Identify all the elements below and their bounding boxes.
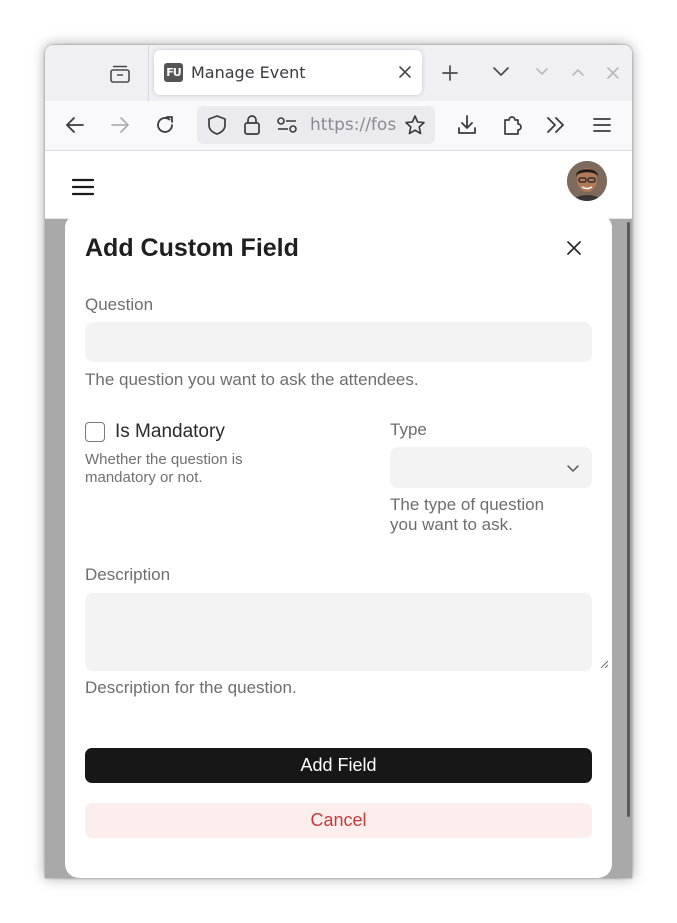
resize-handle-icon[interactable] bbox=[599, 659, 609, 669]
minimize-icon[interactable] bbox=[535, 66, 549, 78]
new-tab-icon[interactable] bbox=[441, 64, 459, 82]
cancel-button[interactable]: Cancel bbox=[85, 803, 592, 838]
type-help-line-2: you want to ask. bbox=[390, 515, 513, 534]
list-all-tabs-icon[interactable] bbox=[492, 65, 510, 79]
close-icon[interactable] bbox=[566, 240, 582, 256]
forward-icon[interactable] bbox=[109, 115, 131, 135]
extensions-icon[interactable] bbox=[501, 113, 523, 137]
lock-icon[interactable] bbox=[242, 114, 262, 136]
back-icon[interactable] bbox=[64, 115, 86, 135]
close-window-icon[interactable] bbox=[606, 66, 620, 80]
chevron-down-icon bbox=[567, 465, 579, 472]
description-label: Description bbox=[85, 565, 171, 584]
url-bar[interactable]: https://fossunited.org bbox=[197, 106, 435, 144]
tab-manage-event[interactable]: FU Manage Event bbox=[154, 50, 422, 95]
description-help-text: Description for the question. bbox=[85, 678, 297, 697]
web-page: Add Custom Field Question The question y… bbox=[45, 152, 632, 878]
type-label: Type bbox=[390, 420, 427, 439]
close-tab-icon[interactable] bbox=[396, 63, 414, 81]
tab-strip-separator bbox=[148, 45, 149, 101]
hamburger-icon[interactable] bbox=[72, 178, 94, 196]
question-input[interactable] bbox=[85, 322, 592, 362]
add-field-button[interactable]: Add Field bbox=[85, 748, 592, 783]
avatar-portrait-icon bbox=[567, 161, 607, 201]
mandatory-help-line-1: Whether the question is bbox=[85, 451, 243, 468]
app-menu-icon[interactable] bbox=[592, 116, 612, 134]
downloads-icon[interactable] bbox=[456, 114, 478, 136]
reload-icon[interactable] bbox=[154, 114, 176, 136]
type-select[interactable] bbox=[390, 447, 592, 488]
site-favicon-icon: FU bbox=[164, 63, 183, 82]
navigation-bar: https://fossunited.org bbox=[45, 101, 632, 151]
tab-strip: FU Manage Event bbox=[45, 45, 632, 101]
bookmark-star-icon[interactable] bbox=[404, 114, 426, 136]
dialog-title: Add Custom Field bbox=[85, 234, 299, 262]
is-mandatory-label[interactable]: Is Mandatory bbox=[115, 421, 225, 443]
question-label: Question bbox=[85, 295, 154, 314]
question-help-text: The question you want to ask the attende… bbox=[85, 370, 419, 389]
tab-title: Manage Event bbox=[191, 63, 306, 82]
add-custom-field-dialog: Add Custom Field Question The question y… bbox=[65, 214, 612, 878]
user-avatar[interactable] bbox=[567, 161, 607, 201]
url-text[interactable]: https://fossunited.org bbox=[310, 115, 396, 135]
shield-icon[interactable] bbox=[206, 114, 228, 136]
is-mandatory-checkbox[interactable] bbox=[85, 422, 105, 442]
browser-window: FU Manage Event https://fos Add Custom F… bbox=[45, 45, 632, 878]
mandatory-help-line-2: mandatory or not. bbox=[85, 469, 203, 486]
description-textarea[interactable] bbox=[85, 593, 609, 671]
scrollbar[interactable] bbox=[627, 222, 630, 817]
tab-list-icon[interactable] bbox=[109, 64, 131, 84]
overflow-chevrons-icon[interactable] bbox=[545, 115, 567, 135]
maximize-icon[interactable] bbox=[571, 66, 585, 78]
permissions-icon[interactable] bbox=[276, 116, 298, 134]
type-help-line-1: The type of question bbox=[390, 495, 545, 514]
app-header bbox=[45, 152, 632, 219]
